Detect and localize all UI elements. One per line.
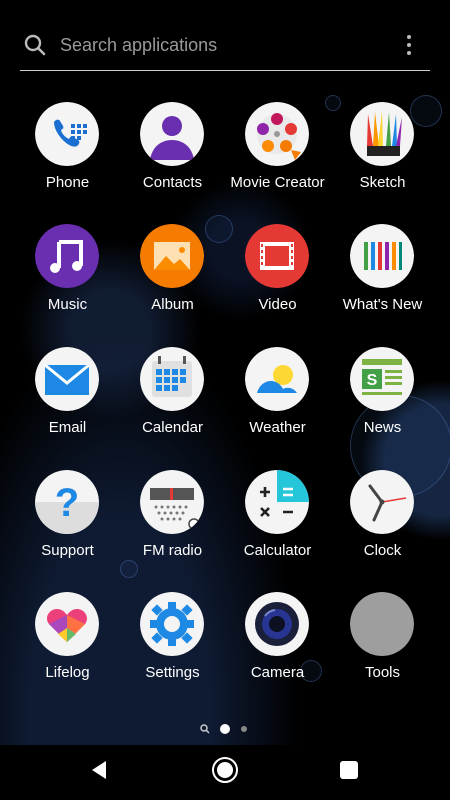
app-calendar[interactable]: Calendar [120, 347, 225, 457]
album-icon [140, 224, 204, 288]
whats-new-icon [350, 224, 414, 288]
app-label: Video [258, 296, 297, 313]
camera-icon [245, 592, 309, 656]
email-icon [35, 347, 99, 411]
search-page-icon[interactable] [200, 724, 210, 734]
app-label: Camera [250, 664, 305, 681]
app-sketch[interactable]: Sketch [330, 102, 435, 212]
app-label: Calendar [142, 419, 203, 436]
app-video[interactable]: Video [225, 224, 330, 334]
app-label: Settings [145, 664, 200, 681]
support-icon: ? [35, 470, 99, 534]
app-label: Contacts [142, 174, 203, 191]
app-label: Lifelog [45, 664, 90, 681]
search-input[interactable]: Search applications [60, 32, 380, 58]
search-icon [24, 34, 46, 56]
app-label: Weather [249, 419, 306, 436]
app-label: Calculator [243, 542, 312, 559]
weather-icon [245, 347, 309, 411]
gear-icon [140, 592, 204, 656]
phone-icon [35, 102, 99, 166]
contacts-icon [140, 102, 204, 166]
app-whats-new[interactable]: What's New [330, 224, 435, 334]
app-fm-radio[interactable]: FM radio [120, 470, 225, 580]
clock-icon [350, 470, 414, 534]
search-bar[interactable]: Search applications [20, 22, 430, 71]
sketch-icon [350, 102, 414, 166]
app-album[interactable]: Album [120, 224, 225, 334]
app-label: What's New [342, 296, 423, 313]
page-dot[interactable] [241, 726, 247, 732]
app-label: News [363, 419, 402, 436]
page-dot-active[interactable] [220, 724, 230, 734]
music-icon [35, 224, 99, 288]
navigation-bar [0, 745, 450, 800]
app-label: Sketch [359, 174, 406, 191]
recents-icon[interactable] [340, 761, 358, 779]
calculator-icon [245, 470, 309, 534]
app-label: Tools [364, 664, 401, 681]
home-icon[interactable] [212, 757, 238, 783]
app-phone[interactable]: Phone [15, 102, 120, 212]
svg-text:?: ? [55, 481, 79, 525]
lifelog-icon [35, 592, 99, 656]
svg-text:S: S [367, 372, 378, 389]
movie-creator-icon [245, 102, 309, 166]
app-label: Phone [45, 174, 90, 191]
app-email[interactable]: Email [15, 347, 120, 457]
app-lifelog[interactable]: Lifelog [15, 592, 120, 702]
video-icon [245, 224, 309, 288]
back-icon[interactable] [88, 759, 110, 781]
app-tools[interactable]: Tools [330, 592, 435, 702]
app-label: Movie Creator [230, 174, 325, 191]
calendar-icon [140, 347, 204, 411]
fm-radio-icon [140, 470, 204, 534]
app-label: Album [151, 296, 194, 313]
app-music[interactable]: Music [15, 224, 120, 334]
app-weather[interactable]: Weather [225, 347, 330, 457]
app-contacts[interactable]: Contacts [120, 102, 225, 212]
app-label: Support [41, 542, 94, 559]
app-movie-creator[interactable]: Movie Creator [225, 102, 330, 212]
app-calculator[interactable]: Calculator [225, 470, 330, 580]
page-indicator [0, 722, 450, 736]
app-clock[interactable]: Clock [330, 470, 435, 580]
tools-folder-icon [350, 592, 414, 656]
app-support[interactable]: ? Support [15, 470, 120, 580]
app-news[interactable]: S News [330, 347, 435, 457]
app-label: FM radio [142, 542, 203, 559]
app-label: Music [47, 296, 88, 313]
more-options-icon[interactable] [406, 35, 412, 57]
app-settings[interactable]: Settings [120, 592, 225, 702]
app-label: Clock [363, 542, 402, 559]
news-icon: S [350, 347, 414, 411]
app-camera[interactable]: Camera [225, 592, 330, 702]
app-label: Email [48, 419, 87, 436]
